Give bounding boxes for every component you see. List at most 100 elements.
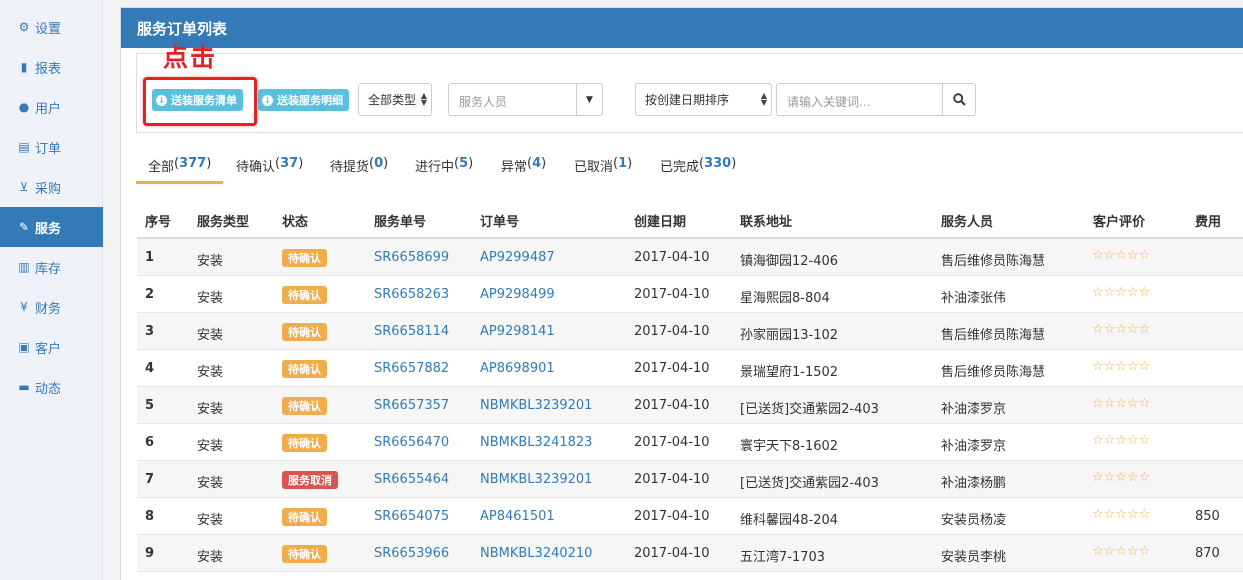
column-header-date: 创建日期	[634, 215, 687, 230]
status-badge: 待确认	[282, 397, 327, 415]
click-annotation-text: 点击	[163, 43, 218, 72]
updown-icon: ▲ ▼	[420, 91, 427, 107]
sidebar-item-users[interactable]: ● 用户	[0, 87, 103, 127]
row-service-type: 安装	[197, 402, 224, 417]
tab-label: 已取消	[574, 160, 614, 175]
row-staff: 补油漆杨鹏	[941, 476, 1007, 491]
sidebar-item-settings[interactable]: ⚙ 设置	[0, 7, 103, 47]
tab-all[interactable]: 全部(377)	[136, 156, 224, 184]
row-service-type: 安装	[197, 439, 224, 454]
row-staff: 售后维修员陈海慧	[941, 365, 1046, 380]
row-created-date: 2017-04-10	[634, 509, 710, 524]
order-number-link[interactable]: AP8698901	[480, 361, 555, 376]
tab-completed[interactable]: 已完成(330)	[660, 156, 736, 184]
row-address: 景瑞望府1-1502	[740, 365, 839, 380]
sidebar-item-orders[interactable]: ▤ 订单	[0, 127, 103, 167]
row-staff: 补油漆张伟	[941, 291, 1007, 306]
tab-pending-pickup[interactable]: 待提货(0)	[330, 156, 388, 184]
order-number-link[interactable]: AP8461501	[480, 509, 555, 524]
sidebar-item-activity[interactable]: ▬ 动态	[0, 367, 103, 407]
service-type-select[interactable]: 全部类型 ▲ ▼	[358, 83, 432, 116]
tab-count: 37	[280, 156, 299, 171]
sidebar-item-inventory[interactable]: ▥ 库存	[0, 247, 103, 287]
service-number-link[interactable]: SR6653966	[374, 546, 449, 561]
star-rating-icon: ☆☆☆☆☆	[1092, 248, 1151, 263]
status-badge: 服务取消	[282, 471, 338, 489]
sidebar-item-service[interactable]: ✎ 服务	[0, 207, 103, 247]
order-number-link[interactable]: AP9299487	[480, 250, 555, 265]
bar-chart-icon: ▮	[20, 60, 28, 74]
row-seq: 1	[145, 250, 155, 265]
row-seq: 2	[145, 287, 155, 302]
table-row[interactable]: 8 安装 待确认 SR6654075 AP8461501 2017-04-10 维科馨园48…	[137, 498, 1243, 535]
search-button[interactable]	[942, 83, 976, 116]
status-badge: 待确认	[282, 286, 327, 304]
table-row[interactable]: 5 安装 待确认 SR6657357 NBMKBL3239201 2017-04-10 [已…	[137, 387, 1243, 424]
tab-pending-confirm[interactable]: 待确认(37)	[236, 156, 303, 184]
row-address: [已送货]交通紫园2-403	[740, 402, 879, 417]
keyword-search-input[interactable]: 请输入关键词...	[776, 83, 943, 116]
row-staff: 补油漆罗京	[941, 439, 1007, 454]
sidebar-item-label: 服务	[35, 221, 62, 237]
order-number-link[interactable]: NBMKBL3240210	[480, 546, 592, 561]
sidebar-item-label: 动态	[35, 381, 62, 397]
send-service-detail-button[interactable]: ↓ 送装服务明细	[258, 89, 349, 111]
sort-select[interactable]: 按创建日期排序 ▲ ▼	[635, 83, 772, 116]
row-address: 镇海御园12-406	[740, 254, 839, 269]
table-row[interactable]: 4 安装 待确认 SR6657882 AP8698901 2017-04-10 景瑞望府1-…	[137, 350, 1243, 387]
cart-icon: ⊻	[19, 180, 29, 194]
tab-in-progress[interactable]: 进行中(5)	[415, 156, 473, 184]
service-number-link[interactable]: SR6658114	[374, 324, 449, 339]
table-row[interactable]: 2 安装 待确认 SR6658263 AP9298499 2017-04-10 星海熙园8-…	[137, 276, 1243, 313]
row-service-type: 安装	[197, 513, 224, 528]
sidebar-item-customers[interactable]: ▣ 客户	[0, 327, 103, 367]
staff-combobox[interactable]: 服务人员 ▼	[448, 83, 603, 116]
row-created-date: 2017-04-10	[634, 472, 710, 487]
order-number-link[interactable]: AP9298499	[480, 287, 555, 302]
tab-count: 330	[704, 156, 732, 171]
row-staff: 安装员李桃	[941, 550, 1007, 565]
service-number-link[interactable]: SR6656470	[374, 435, 449, 450]
sort-value: 按创建日期排序	[645, 93, 730, 107]
service-number-link[interactable]: SR6657357	[374, 398, 449, 413]
table-row[interactable]: 6 安装 待确认 SR6656470 NBMKBL3241823 2017-04-10 寰宇…	[137, 424, 1243, 461]
download-icon: ↓	[262, 94, 273, 106]
tab-exception[interactable]: 异常(4)	[501, 156, 546, 184]
service-number-link[interactable]: SR6654075	[374, 509, 449, 524]
row-created-date: 2017-04-10	[634, 287, 710, 302]
sidebar-item-finance[interactable]: ¥ 财务	[0, 287, 103, 327]
order-number-link[interactable]: NBMKBL3241823	[480, 435, 592, 450]
tab-label: 已完成	[660, 160, 700, 175]
sidebar-item-reports[interactable]: ▮ 报表	[0, 47, 103, 87]
service-number-link[interactable]: SR6658263	[374, 287, 449, 302]
column-header-seq: 序号	[145, 215, 172, 230]
service-number-link[interactable]: SR6657882	[374, 361, 449, 376]
tab-count: 5	[459, 156, 469, 171]
tab-cancelled[interactable]: 已取消(1)	[574, 156, 632, 184]
barcode-icon: ▥	[18, 260, 30, 274]
order-number-link[interactable]: NBMKBL3239201	[480, 398, 592, 413]
table-row[interactable]: 7 安装 服务取消 SR6655464 NBMKBL3239201 2017-04-10 […	[137, 461, 1243, 498]
table-row[interactable]: 1 安装 待确认 SR6658699 AP9299487 2017-04-10 镇海御园12…	[137, 239, 1243, 276]
service-number-link[interactable]: SR6658699	[374, 250, 449, 265]
column-header-status: 状态	[282, 215, 309, 230]
order-number-link[interactable]: NBMKBL3239201	[480, 472, 592, 487]
table-row[interactable]: 3 安装 待确认 SR6658114 AP9298141 2017-04-10 孙家丽园13…	[137, 313, 1243, 350]
star-rating-icon: ☆☆☆☆☆	[1092, 322, 1151, 337]
tab-count: 377	[179, 156, 207, 171]
sidebar-item-purchase[interactable]: ⊻ 采购	[0, 167, 103, 207]
table-row[interactable]: 9 安装 待确认 SR6653966 NBMKBL3240210 2017-04-10 五江…	[137, 535, 1243, 572]
updown-icon: ▲ ▼	[760, 91, 767, 107]
caret-down-icon[interactable]: ▼	[576, 84, 602, 115]
status-badge: 待确认	[282, 323, 327, 341]
tab-label: 全部	[148, 160, 175, 175]
service-number-link[interactable]: SR6655464	[374, 472, 449, 487]
row-address: 维科馨园48-204	[740, 513, 839, 528]
row-seq: 6	[145, 435, 155, 450]
briefcase-icon: ▣	[18, 340, 30, 354]
row-created-date: 2017-04-10	[634, 324, 710, 339]
sidebar-item-label: 财务	[35, 301, 62, 317]
row-address: 寰宇天下8-1602	[740, 439, 839, 454]
order-number-link[interactable]: AP9298141	[480, 324, 555, 339]
star-rating-icon: ☆☆☆☆☆	[1092, 507, 1151, 522]
